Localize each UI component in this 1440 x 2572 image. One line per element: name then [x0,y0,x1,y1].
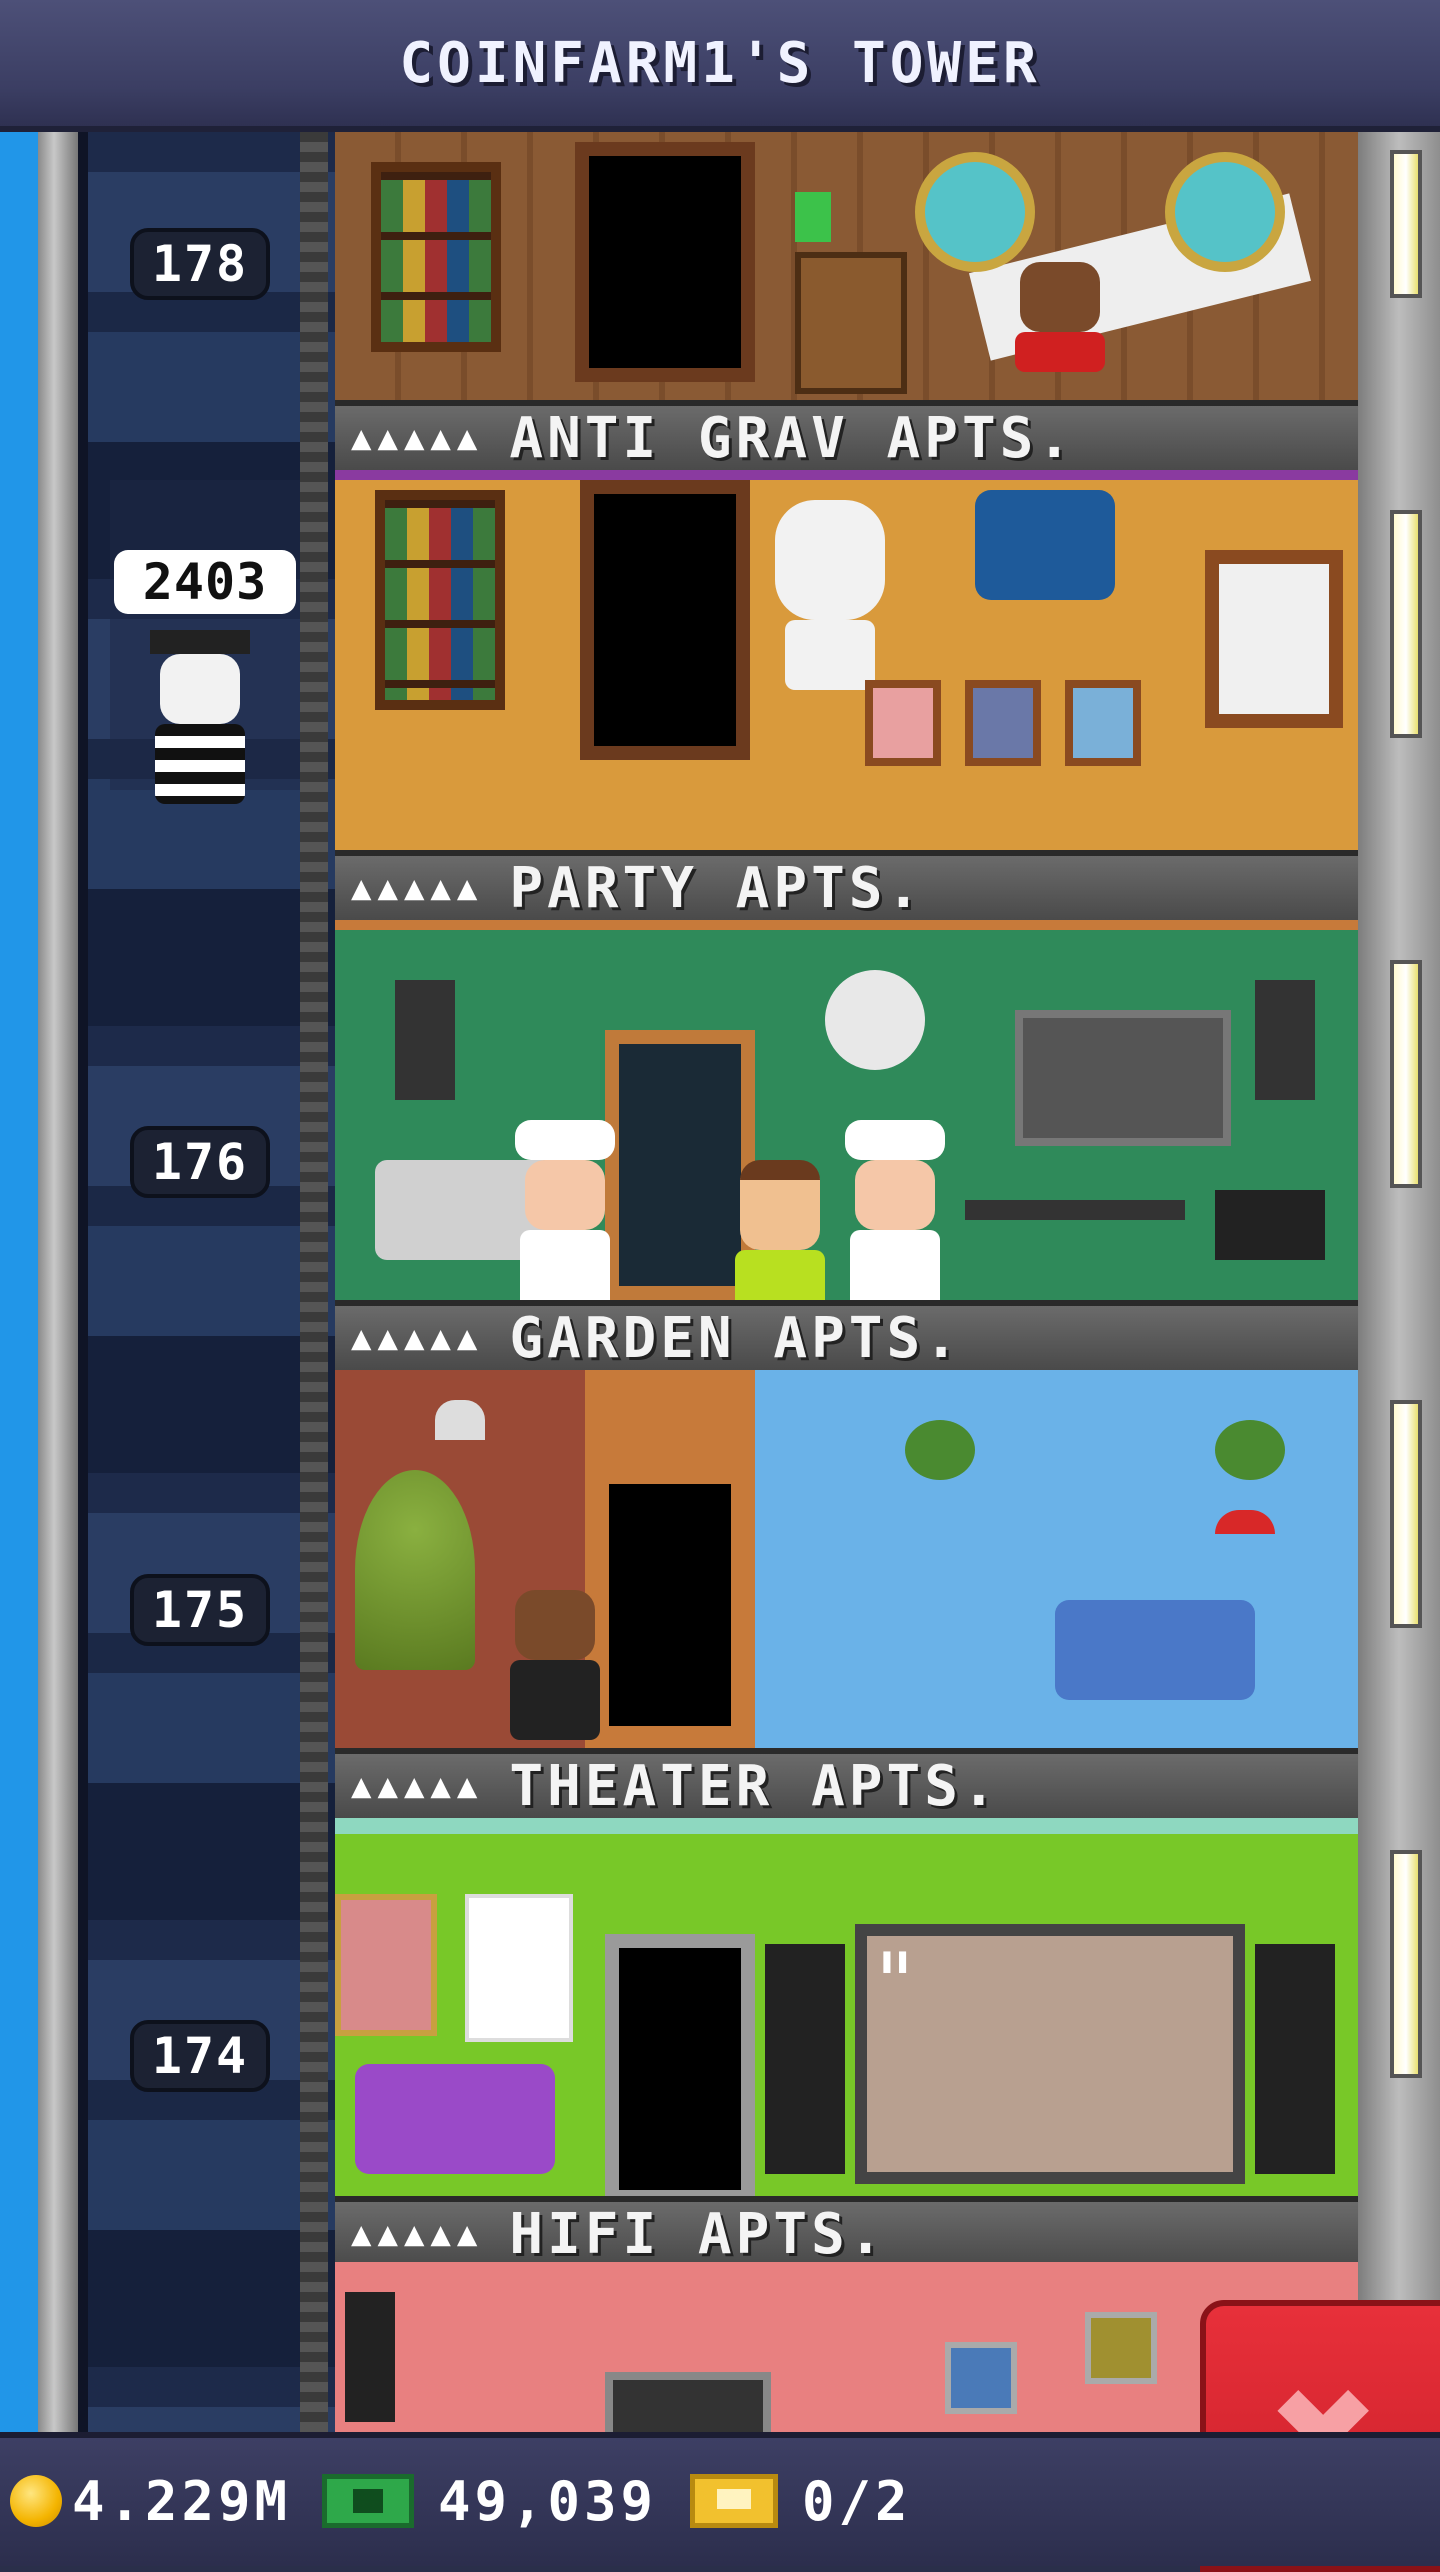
tickets-counter: 0/2 [690,2466,912,2536]
bookshelf [371,162,501,352]
room-floor-178[interactable] [335,132,1358,400]
hanging-plant [1215,1420,1285,1480]
apartment-door [605,1030,755,1300]
coin-icon [10,2475,62,2527]
movie-poster [465,1894,573,2042]
bux-icon [322,2474,414,2528]
right-wall [1358,132,1440,2432]
parrot-sprite [795,192,831,242]
floor-label-bar: ▲▲▲▲▲ GARDEN APTS. [335,1300,1358,1371]
star-rating: ▲▲▲▲▲ [351,2214,484,2254]
floor-lamp [1215,1510,1275,1534]
floor-label-bar: ▲▲▲▲▲ THEATER APTS. [335,1748,1358,1819]
window-light [1390,960,1422,1188]
window-light [1390,1850,1422,2078]
potted-plant [355,1470,475,1670]
barrel [795,252,907,394]
armchair [975,490,1115,600]
speaker [765,1944,845,2174]
floor-name: ANTI GRAV APTS. [509,405,1076,471]
floor-label-bar: ▲▲▲▲▲ HIFI APTS. [335,2196,1358,2267]
ticket-icon [690,2474,778,2528]
ceiling-lamp [435,1400,485,1440]
star-rating: ▲▲▲▲▲ [351,418,484,458]
window-light [1390,1400,1422,1628]
porthole-window [915,152,1035,272]
snack-table [965,1200,1185,1220]
floor-number-badge: 176 [130,1126,270,1198]
sky-edge [0,132,38,2432]
hanging-plant [905,1420,975,1480]
tv-screen [1015,1010,1231,1146]
tower-title: COINFARM1'S TOWER [399,30,1041,96]
coins-value: 4.229M [72,2469,292,2533]
floor-number-badge: 178 [130,228,270,300]
star-rating: ▲▲▲▲▲ [351,1318,484,1358]
status-bar: 4.229M 49,039 0/2 [0,2432,1440,2566]
room-theater[interactable]: ❚❚ [335,1818,1358,2214]
speaker [395,980,455,1100]
window [1205,550,1343,728]
tv-screen [605,2372,771,2432]
room-anti-grav[interactable] [335,470,1358,860]
speaker [1255,1944,1335,2174]
picture-frame [865,680,941,766]
room-garden[interactable] [335,1370,1358,1750]
elevator-car[interactable]: 2403 [110,480,300,804]
coins-counter: 4.229M [10,2466,291,2536]
floor-name: GARDEN APTS. [509,1305,962,1371]
bux-value: 49,039 [438,2469,658,2533]
bookshelf [375,490,505,710]
resident-sprite [1015,262,1105,372]
room-party[interactable] [335,920,1358,1310]
porthole-window [1165,152,1285,272]
speaker [345,2292,395,2422]
picture-frame [945,2342,1017,2414]
star-rating: ▲▲▲▲▲ [351,868,484,908]
bux-counter: 49,039 [322,2466,657,2536]
apartment-door [605,1934,755,2204]
header-bar: COINFARM1'S TOWER [0,0,1440,132]
tickets-value: 0/2 [802,2469,912,2533]
sofa [1055,1600,1255,1700]
apartment-door [575,142,755,382]
outer-wall [38,132,78,2432]
chef-resident [515,1120,615,1310]
elevator-operator-sprite [150,630,250,804]
apartment-door [595,1470,745,1740]
floor-label-bar: ▲▲▲▲▲ ANTI GRAV APTS. [335,400,1358,471]
bunny-costume-resident [775,500,885,690]
butler-resident [510,1590,600,1740]
apartment-door [580,480,750,760]
picture-frame [1085,2312,1157,2384]
floor-number-badge: 174 [130,2020,270,2092]
floor-number-badge: 175 [130,1574,270,1646]
window-light [1390,510,1422,738]
elevator-rail [300,132,328,2432]
elevator-passenger-count: 2403 [114,550,296,614]
big-screen-tv: ❚❚ [855,1924,1245,2184]
pause-icon[interactable]: ❚❚ [879,1946,910,1976]
star-rating: ▲▲▲▲▲ [351,1766,484,1806]
floor-name: HIFI APTS. [509,2201,887,2267]
floor-name: PARTY APTS. [509,855,925,921]
chef-resident [845,1120,945,1310]
sofa [355,2064,555,2174]
dj-turntable [1215,1190,1325,1260]
speaker [1255,980,1315,1100]
picture-frame [965,680,1041,766]
picture-frame [1065,680,1141,766]
floor-label-bar: ▲▲▲▲▲ PARTY APTS. [335,850,1358,921]
floor-name: THEATER APTS. [509,1753,1000,1819]
movie-poster [335,1894,437,2036]
resident-sprite [735,1160,825,1310]
disco-ball [825,970,925,1070]
window-light [1390,150,1422,298]
